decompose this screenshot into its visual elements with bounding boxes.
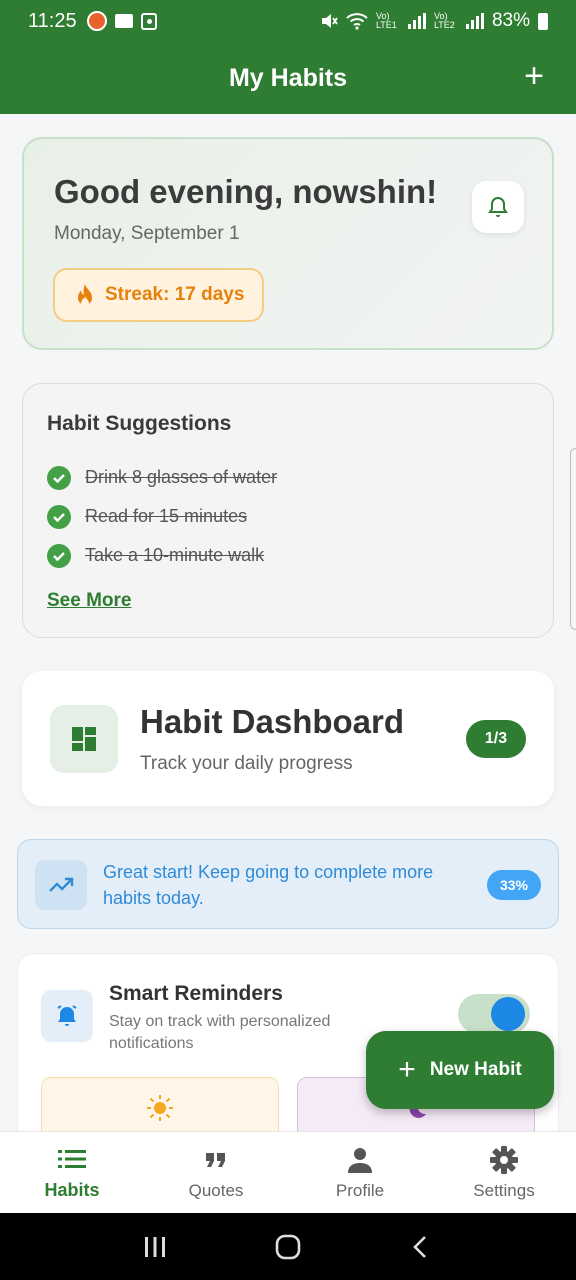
suggestion-label: Drink 8 glasses of water	[85, 467, 278, 487]
reminders-toggle[interactable]	[458, 994, 530, 1034]
nav-profile[interactable]: Profile	[288, 1132, 432, 1213]
status-bar: 11:25 Vo) LTE1 Vo) LTE2 83%	[0, 0, 576, 42]
screen-record-icon	[86, 11, 107, 31]
alarm-bell-icon	[57, 1005, 77, 1026]
bottom-navigation: Habits Quotes Profile Settings	[0, 1131, 576, 1213]
add-habit-button[interactable]: +	[512, 56, 556, 100]
app-notification-icon	[140, 12, 157, 30]
nav-label: Settings	[473, 1180, 535, 1200]
battery-percent: 83%	[491, 10, 530, 31]
streak-badge: Streak: 17 days	[53, 268, 265, 322]
page-title: My Habits	[228, 63, 348, 92]
nav-habits[interactable]: Habits	[0, 1132, 144, 1213]
scroll-indicator	[570, 448, 576, 630]
gear-icon	[490, 1145, 518, 1175]
suggestions-list: Drink 8 glasses of water Read for 15 min…	[47, 458, 277, 575]
habit-suggestions-card: Habit Suggestions Drink 8 glasses of wat…	[22, 383, 554, 638]
streak-label: Streak: 17 days	[105, 284, 245, 305]
wifi-icon	[346, 13, 368, 30]
home-icon[interactable]	[274, 1233, 302, 1261]
person-icon	[347, 1145, 373, 1175]
nav-settings[interactable]: Settings	[432, 1132, 576, 1213]
reminders-title: Smart Reminders	[109, 982, 283, 1005]
network-2-label: Vo) LTE2	[433, 11, 455, 30]
check-circle-icon	[47, 543, 71, 568]
reminders-description: Stay on track with personalized notifica…	[109, 1013, 331, 1052]
dashboard-grid-icon	[72, 727, 96, 751]
signal-2-icon	[465, 13, 484, 29]
nav-quotes[interactable]: Quotes	[144, 1132, 288, 1213]
system-navigation-bar	[0, 1213, 576, 1280]
plus-icon: +	[398, 1053, 416, 1086]
nav-label: Profile	[335, 1180, 385, 1200]
dashboard-title: Habit Dashboard	[140, 703, 405, 740]
nav-label: Habits	[44, 1180, 100, 1200]
fire-icon	[78, 284, 92, 307]
app-bar: My Habits +	[0, 42, 576, 114]
bell-icon	[488, 196, 508, 217]
back-icon[interactable]	[409, 1235, 433, 1259]
suggestion-item[interactable]: Drink 8 glasses of water	[47, 458, 277, 497]
folder-icon	[114, 14, 133, 28]
recent-apps-icon[interactable]	[143, 1235, 167, 1259]
sun-icon	[147, 1095, 173, 1121]
suggestion-label: Take a 10-minute walk	[85, 545, 265, 565]
dashboard-icon-box	[50, 705, 118, 773]
suggestion-label: Read for 15 minutes	[85, 506, 248, 526]
progress-message: Great start! Keep going to complete more…	[103, 862, 434, 908]
list-icon	[58, 1144, 86, 1174]
toggle-knob	[491, 997, 525, 1031]
greeting-card: Good evening, nowshin! Monday, September…	[22, 137, 554, 350]
trend-icon-box	[35, 860, 87, 910]
status-time: 11:25	[28, 9, 77, 32]
progress-percent-badge: 33%	[487, 870, 541, 900]
dashboard-subtitle: Track your daily progress	[140, 753, 353, 774]
greeting-title: Good evening, nowshin!	[54, 173, 438, 210]
quote-icon	[205, 1145, 227, 1175]
greeting-date: Monday, September 1	[54, 223, 240, 244]
suggestion-item[interactable]: Take a 10-minute walk	[47, 536, 277, 575]
check-circle-icon	[47, 465, 71, 490]
new-habit-fab[interactable]: + New Habit	[366, 1031, 554, 1109]
habit-dashboard-card[interactable]: Habit Dashboard Track your daily progres…	[22, 671, 554, 806]
see-more-link[interactable]: See More	[47, 590, 131, 612]
signal-1-icon	[407, 13, 426, 29]
network-1-label: Vo) LTE1	[375, 11, 397, 30]
check-circle-icon	[47, 504, 71, 529]
mute-icon	[321, 14, 338, 28]
progress-banner: Great start! Keep going to complete more…	[17, 839, 559, 929]
new-habit-label: New Habit	[429, 1059, 522, 1080]
suggestions-title: Habit Suggestions	[47, 412, 232, 435]
nav-label: Quotes	[188, 1180, 244, 1200]
trending-up-icon	[49, 877, 74, 892]
notifications-button[interactable]	[472, 181, 524, 233]
suggestion-item[interactable]: Read for 15 minutes	[47, 497, 277, 536]
reminder-icon-box	[41, 990, 93, 1042]
battery-icon	[538, 12, 548, 30]
completion-count-badge: 1/3	[466, 720, 526, 758]
